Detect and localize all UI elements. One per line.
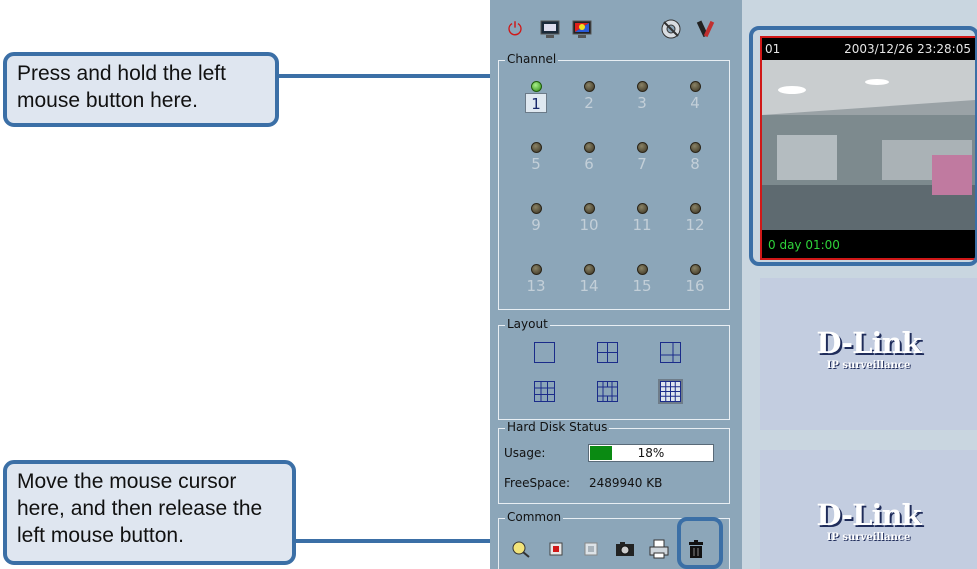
dlink-subtitle: IP surveillance: [826, 532, 911, 543]
channel-13[interactable]: 13: [521, 264, 551, 296]
freespace-label: FreeSpace:: [504, 476, 571, 490]
channel-status-icon: [530, 81, 542, 92]
channel-4[interactable]: 4: [680, 81, 710, 113]
channel-3[interactable]: 3: [627, 81, 657, 113]
layout-title: Layout: [505, 317, 550, 331]
channel-7[interactable]: 7: [627, 142, 657, 174]
layout-3x3-button[interactable]: [534, 381, 555, 402]
highlight-trash-button: [677, 517, 723, 569]
hdd-title: Hard Disk Status: [505, 420, 610, 434]
tools-icon[interactable]: [695, 18, 717, 40]
common-title: Common: [505, 510, 564, 524]
surveillance-app: ⏻ Channel 1 2 3 4 5 6 7 8 9 10 11 12 13 …: [490, 0, 977, 569]
camera-view-3[interactable]: D-Link IP surveillance: [760, 450, 977, 569]
usage-percent: 18%: [637, 446, 665, 460]
dlink-logo: D-Link: [816, 498, 921, 532]
search-icon[interactable]: [510, 538, 532, 560]
callout-release: Move the mouse cursor here, and then rel…: [3, 460, 296, 565]
channel-2[interactable]: 2: [574, 81, 604, 113]
monitor-icon[interactable]: [539, 18, 561, 40]
layout-2x2-button[interactable]: [597, 342, 618, 363]
color-monitor-icon[interactable]: [571, 18, 593, 40]
control-panel: ⏻ Channel 1 2 3 4 5 6 7 8 9 10 11 12 13 …: [490, 0, 742, 569]
channel-1[interactable]: 1: [521, 81, 551, 113]
stop-icon[interactable]: [580, 538, 602, 560]
channel-12[interactable]: 12: [680, 203, 710, 235]
channel-group: Channel 1 2 3 4 5 6 7 8 9 10 11 12 13 14…: [498, 52, 730, 310]
layout-group: Layout: [498, 317, 730, 420]
freespace-value: 2489940 KB: [589, 476, 663, 490]
hdd-group: Hard Disk Status: [498, 420, 730, 504]
print-icon[interactable]: [648, 538, 670, 560]
channel-9[interactable]: 9: [521, 203, 551, 235]
dlink-logo: D-Link: [816, 326, 921, 360]
channel-6[interactable]: 6: [574, 142, 604, 174]
highlight-camera-view: [749, 26, 977, 266]
dlink-subtitle: IP surveillance: [826, 360, 911, 371]
layout-1plus3-button[interactable]: [660, 342, 681, 363]
layout-4x4-button[interactable]: [658, 379, 683, 404]
channel-14[interactable]: 14: [574, 264, 604, 296]
usage-progress-bar: 18%: [588, 444, 714, 462]
channel-11[interactable]: 11: [627, 203, 657, 235]
callout-press-hold: Press and hold the left mouse button her…: [3, 52, 279, 127]
usage-label: Usage:: [504, 446, 546, 460]
channel-title: Channel: [505, 52, 559, 66]
snapshot-icon[interactable]: [614, 538, 636, 560]
camera-view-2[interactable]: D-Link IP surveillance: [760, 278, 977, 430]
channel-5[interactable]: 5: [521, 142, 551, 174]
channel-16[interactable]: 16: [680, 264, 710, 296]
settings-disc-icon[interactable]: [660, 18, 682, 40]
channel-15[interactable]: 15: [627, 264, 657, 296]
power-icon[interactable]: ⏻: [504, 18, 526, 40]
channel-8[interactable]: 8: [680, 142, 710, 174]
layout-1plus12-button[interactable]: [597, 381, 618, 402]
channel-10[interactable]: 10: [574, 203, 604, 235]
layout-1x1-button[interactable]: [534, 342, 555, 363]
record-icon[interactable]: [545, 538, 567, 560]
